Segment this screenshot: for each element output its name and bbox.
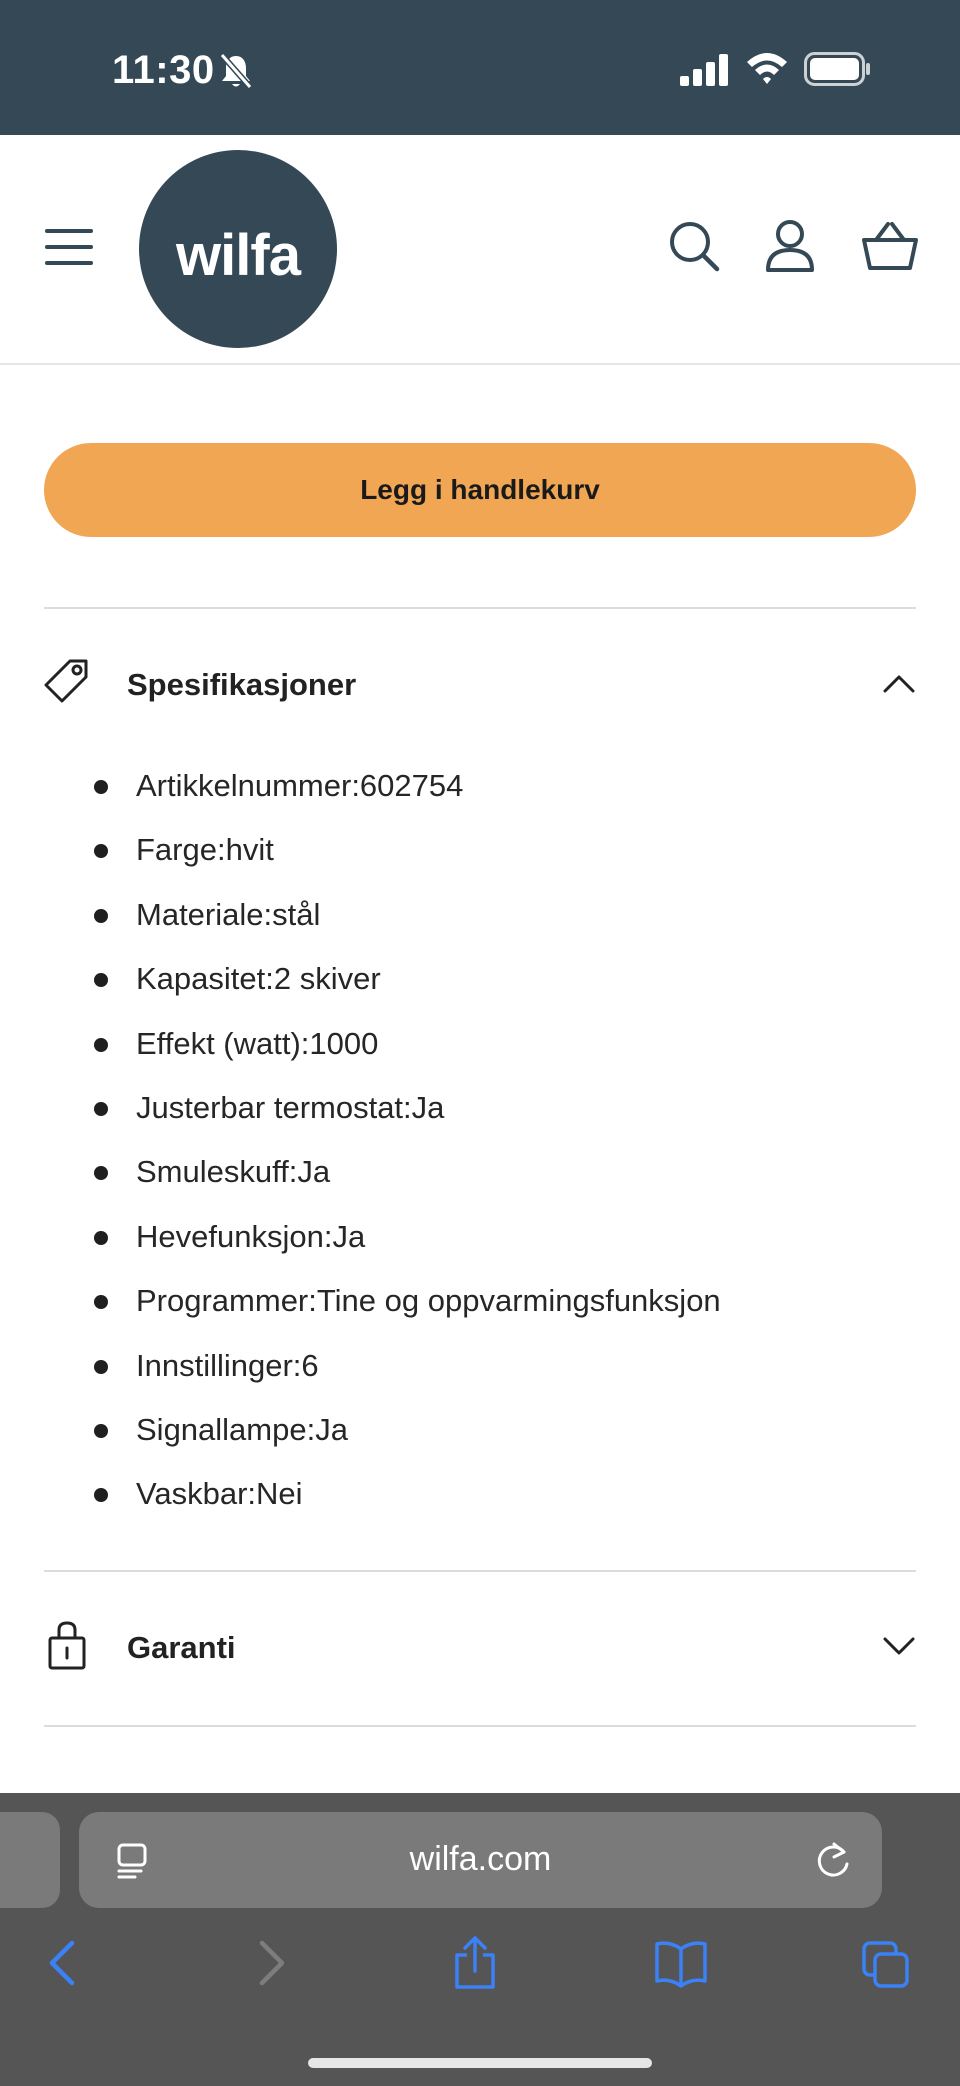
divider xyxy=(44,1725,916,1727)
silent-bell-icon xyxy=(219,53,253,89)
logo-text: wilfa xyxy=(176,223,301,288)
specifications-list: Artikkelnummer:602754 Farge:hvit Materia… xyxy=(94,760,721,1533)
tag-icon xyxy=(44,659,88,703)
account-icon[interactable] xyxy=(764,219,816,273)
back-icon[interactable] xyxy=(44,1935,80,1991)
specifications-toggle[interactable]: Spesifikasjoner xyxy=(44,645,916,725)
reload-icon[interactable] xyxy=(814,1840,852,1880)
spec-item: Smuleskuff:Ja xyxy=(94,1146,721,1210)
spec-item: Justerbar termostat:Ja xyxy=(94,1082,721,1146)
chevron-down-icon xyxy=(883,1637,915,1655)
browser-toolbar: wilfa.com xyxy=(0,1793,960,2086)
specifications-title: Spesifikasjoner xyxy=(127,667,357,702)
bookmarks-icon[interactable] xyxy=(654,1935,708,1991)
warranty-title: Garanti xyxy=(127,1630,236,1665)
divider xyxy=(44,607,916,609)
divider xyxy=(44,1570,916,1572)
tabs-icon[interactable] xyxy=(860,1935,912,1991)
spec-item: Artikkelnummer:602754 xyxy=(94,760,721,824)
spec-item: Innstillinger:6 xyxy=(94,1340,721,1404)
spec-item: Materiale:stål xyxy=(94,889,721,953)
status-bar: 11:30 xyxy=(0,0,960,135)
search-icon[interactable] xyxy=(668,220,720,272)
spec-item: Vaskbar:Nei xyxy=(94,1468,721,1532)
status-time: 11:30 xyxy=(112,48,215,92)
forward-icon[interactable] xyxy=(254,1935,290,1991)
add-to-cart-button[interactable]: Legg i handlekurv xyxy=(44,443,916,537)
spec-item: Programmer:Tine og oppvarmingsfunksjon xyxy=(94,1275,721,1339)
battery-icon xyxy=(804,52,870,86)
spec-item: Signallampe:Ja xyxy=(94,1404,721,1468)
wifi-icon xyxy=(747,53,787,84)
spec-item: Hevefunksjon:Ja xyxy=(94,1211,721,1275)
lock-icon xyxy=(48,1621,86,1670)
share-icon[interactable] xyxy=(452,1935,498,1991)
wilfa-logo[interactable]: wilfa xyxy=(139,150,337,348)
spec-item: Effekt (watt):1000 xyxy=(94,1018,721,1082)
previous-tab-preview[interactable] xyxy=(0,1812,60,1908)
site-header: wilfa xyxy=(0,135,960,365)
hamburger-menu-icon[interactable] xyxy=(44,227,94,267)
chevron-up-icon xyxy=(883,675,915,693)
warranty-toggle[interactable]: Garanti xyxy=(44,1608,916,1688)
home-indicator xyxy=(308,2058,652,2068)
spec-item: Farge:hvit xyxy=(94,824,721,888)
spec-item: Kapasitet:2 skiver xyxy=(94,953,721,1017)
url-text: wilfa.com xyxy=(409,1840,552,1878)
cellular-signal-icon xyxy=(680,54,728,86)
address-bar[interactable]: wilfa.com xyxy=(79,1812,882,1908)
basket-icon[interactable] xyxy=(862,221,918,271)
